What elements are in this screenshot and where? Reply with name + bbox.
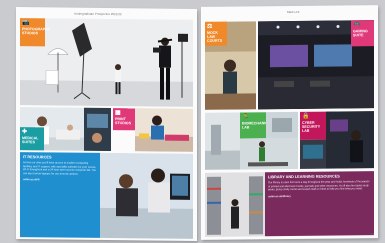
it-resources-title: IT RESOURCES xyxy=(23,155,52,160)
mock-law-courts-tile: ⚖ MOCK LAW COURTS xyxy=(205,21,227,46)
library-panel: LIBRARY AND LEARNING RESOURCES Our libra… xyxy=(265,171,374,237)
lab-equipment-photo xyxy=(266,111,298,139)
it-resources-panel: IT RESOURCES Across our sites you'll hav… xyxy=(20,152,100,238)
library-body: Our library is open 24 hours a day throu… xyxy=(268,180,370,192)
biomechanics-photo xyxy=(205,112,240,170)
medical-suites-label: MEDICAL SUITES xyxy=(22,136,39,145)
cyber-security-photo xyxy=(326,111,374,169)
medical-cross-icon: ✚ xyxy=(22,129,28,136)
it-resources-link[interactable]: uclan.ac.uk/it xyxy=(23,178,97,182)
cyber-security-lab-tile: 🔒 CYBER SECURITY LAB xyxy=(300,111,326,140)
print-studios-tile: ▦ PRINT STUDIOS xyxy=(113,108,135,131)
right-page-header: Mark Lee xyxy=(287,9,300,15)
it-resources-body: Across our sites you'll have access to m… xyxy=(23,161,97,176)
print-icon: ▦ xyxy=(115,110,121,117)
gamepad-icon: 🎮 xyxy=(353,22,361,29)
right-page: Mark Lee ⚖ MOCK LAW COURTS 🎮 GAMING SUIT… xyxy=(201,5,378,240)
print-studios-label: PRINT STUDIOS xyxy=(115,117,131,126)
it-lab-photo xyxy=(100,152,193,239)
left-page-header: Undergraduate Prospectus 2021/22 xyxy=(74,11,122,17)
library-link[interactable]: uclan.ac.uk/library xyxy=(268,194,371,199)
gaming-suite-tile: 🎮 GAMING SUITE xyxy=(351,20,374,47)
print-studio-photo xyxy=(135,108,193,152)
cyber-screen-photo xyxy=(300,139,326,169)
left-page-number: 26 xyxy=(20,233,24,238)
medical-suites-tile: ✚ MEDICAL SUITES xyxy=(20,127,44,151)
treadmill-photo xyxy=(240,137,298,170)
screen-display-photo xyxy=(84,107,111,152)
gaming-suite-label: GAMING SUITE xyxy=(353,29,368,38)
mock-law-courts-label: MOCK LAW COURTS xyxy=(207,30,223,44)
library-title: LIBRARY AND LEARNING RESOURCES xyxy=(268,174,340,180)
photography-studio-photo xyxy=(20,18,193,107)
right-page-number: 27 xyxy=(370,232,374,237)
library-photo xyxy=(205,172,265,237)
camera-icon: 📷 xyxy=(22,20,30,27)
lock-icon: 🔒 xyxy=(302,113,310,120)
cyber-security-lab-label: CYBER SECURITY LAB xyxy=(302,120,321,134)
biomechanics-lab-tile: 🏃 BIOMECHANICS LAB xyxy=(240,112,270,139)
photography-studios-tile: 📷 PHOTOGRAPHY STUDIOS xyxy=(20,18,50,47)
gavel-icon: ⚖ xyxy=(207,23,213,30)
running-icon: 🏃 xyxy=(242,114,250,121)
left-page: Undergraduate Prospectus 2021/22 📷 PHOTO… xyxy=(16,7,197,241)
